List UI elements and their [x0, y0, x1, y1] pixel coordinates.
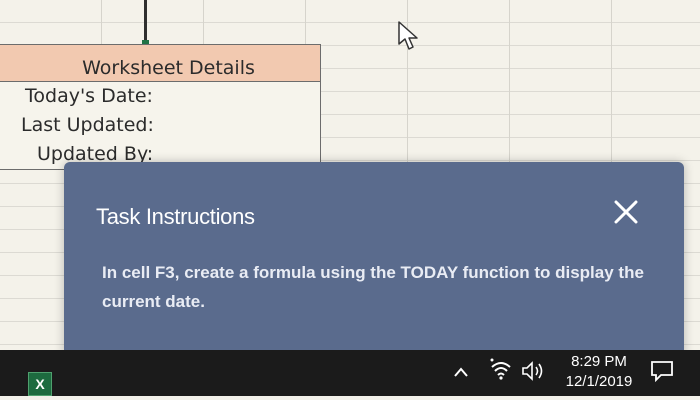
last-updated-label[interactable]: Last Updated:	[0, 111, 320, 140]
task-instructions-panel: Task Instructions In cell F3, create a f…	[64, 162, 684, 357]
excel-icon[interactable]: X	[28, 372, 52, 396]
notification-icon[interactable]	[650, 360, 674, 386]
close-icon	[614, 200, 638, 224]
clock-date: 12/1/2019	[565, 373, 633, 390]
task-instruction-text: In cell F3, create a formula using the T…	[102, 263, 644, 311]
todays-date-label[interactable]: Today's Date:	[0, 82, 320, 111]
worksheet-details-table: Worksheet Details Today's Date: Last Upd…	[0, 44, 321, 170]
task-title: Task Instructions	[96, 204, 255, 229]
worksheet-details-header[interactable]: Worksheet Details	[0, 45, 320, 82]
chevron-up-icon[interactable]	[454, 364, 468, 400]
close-button[interactable]	[608, 194, 644, 230]
mouse-pointer-icon	[398, 21, 418, 50]
wifi-icon[interactable]	[488, 357, 514, 393]
system-clock[interactable]: 8:29 PM 12/1/2019	[556, 350, 642, 392]
selected-cell-border	[144, 0, 147, 44]
speaker-icon[interactable]	[520, 359, 548, 395]
clock-time: 8:29 PM	[571, 353, 627, 370]
